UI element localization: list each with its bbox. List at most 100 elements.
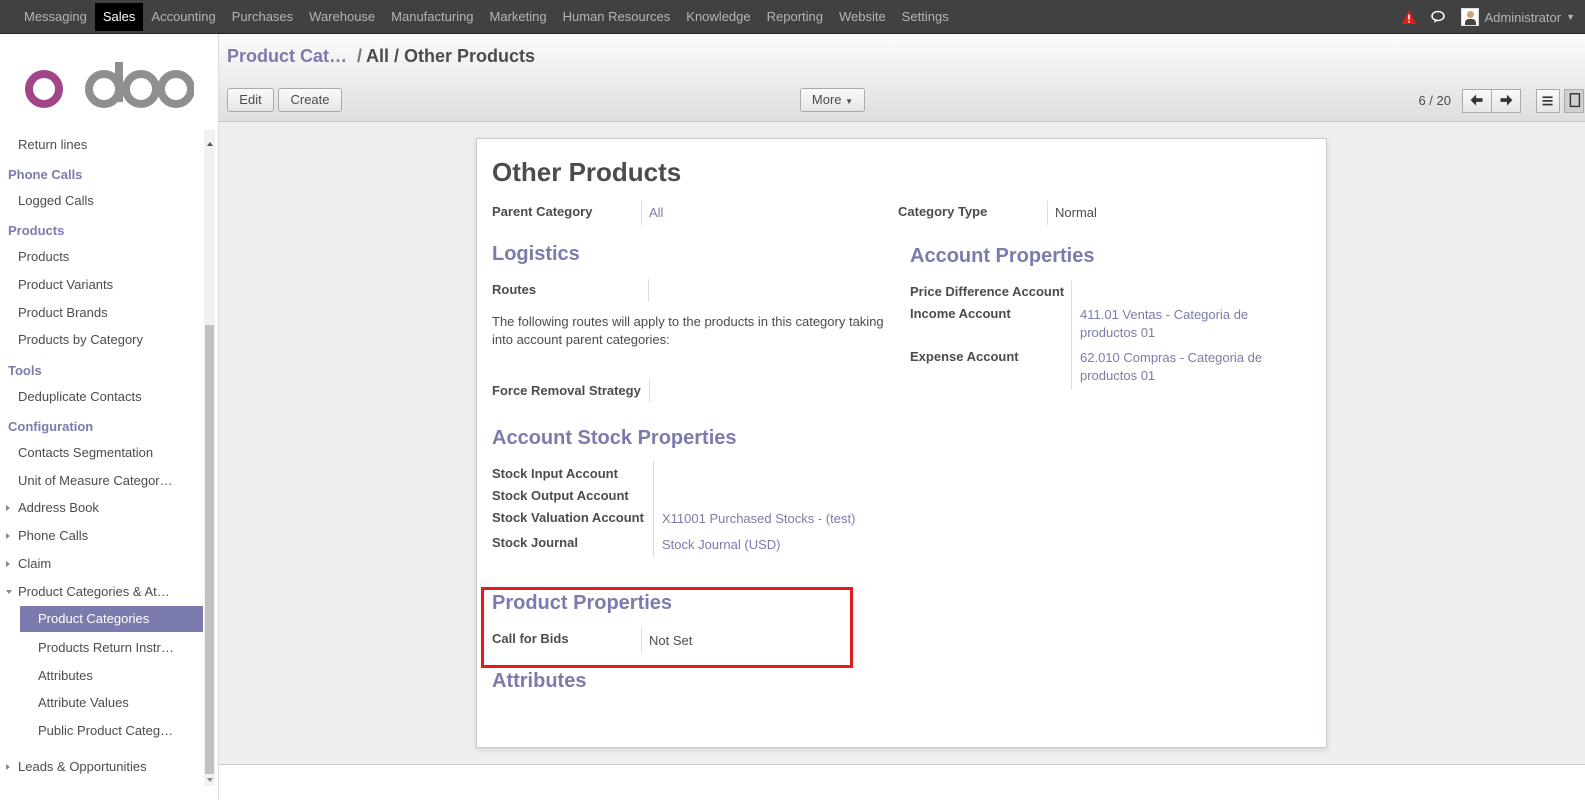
price-difference-account-label: Price Difference Account	[910, 284, 1065, 299]
sidebar: Return lines Phone Calls Logged Calls Pr…	[0, 34, 219, 800]
warning-icon[interactable]	[1401, 9, 1417, 25]
control-panel: Product Cat… / All / Other Products Edit C…	[219, 34, 1585, 122]
field-divider	[648, 279, 649, 301]
parent-category-label: Parent Category	[492, 204, 593, 219]
sidebar-item-return-lines[interactable]: Return lines	[18, 137, 87, 152]
expand-arrow-icon[interactable]	[6, 764, 10, 770]
sidebar-item-attributes[interactable]: Attributes	[38, 668, 93, 683]
sidebar-item-label: Product Categories	[38, 611, 150, 626]
menu-warehouse[interactable]: Warehouse	[301, 3, 383, 31]
field-divider	[641, 201, 642, 225]
routes-label: Routes	[492, 282, 537, 297]
sidebar-item-product-brands[interactable]: Product Brands	[18, 305, 108, 320]
menu-manufacturing[interactable]: Manufacturing	[383, 3, 481, 31]
breadcrumb-separator: /	[357, 46, 363, 66]
menu-website[interactable]: Website	[831, 3, 894, 31]
sidebar-item-attribute-values[interactable]: Attribute Values	[38, 695, 129, 710]
sidebar-section-tools: Tools	[8, 363, 42, 378]
caret-down-icon: ▼	[845, 97, 854, 106]
menu-marketing[interactable]: Marketing	[482, 3, 555, 31]
sidebar-section-configuration: Configuration	[8, 419, 94, 434]
sidebar-item-products-by-category[interactable]: Products by Category	[18, 332, 143, 347]
menu-purchases[interactable]: Purchases	[224, 3, 301, 31]
create-button[interactable]: Create	[278, 88, 342, 112]
list-icon	[1542, 96, 1553, 106]
stock-valuation-account-label: Stock Valuation Account	[492, 510, 644, 525]
chat-icon[interactable]	[1430, 9, 1447, 25]
collapse-arrow-icon[interactable]	[6, 590, 12, 594]
expand-arrow-icon[interactable]	[6, 505, 10, 511]
sidebar-item-logged-calls[interactable]: Logged Calls	[18, 193, 94, 208]
stock-journal-link[interactable]: Stock Journal (USD)	[662, 536, 780, 554]
stock-journal-label: Stock Journal	[492, 535, 578, 550]
avatar[interactable]	[1460, 8, 1479, 26]
logistics-heading: Logistics	[492, 243, 580, 265]
sidebar-item-claim[interactable]: Claim	[18, 556, 51, 571]
sidebar-scroll-thumb[interactable]	[205, 325, 214, 774]
stock-output-account-label: Stock Output Account	[492, 488, 629, 503]
sidebar-item-address-book[interactable]: Address Book	[18, 500, 99, 515]
sidebar-item-product-categories[interactable]: Product Categories	[20, 606, 203, 632]
arrow-left-icon	[1470, 94, 1483, 106]
expand-arrow-icon[interactable]	[6, 561, 10, 567]
parent-category-link[interactable]: All	[649, 204, 663, 222]
sidebar-item-products-return-instructions[interactable]: Products Return Instr…	[38, 640, 174, 655]
highlight-box	[481, 587, 853, 668]
arrow-right-icon	[1500, 94, 1513, 106]
sidebar-item-products[interactable]: Products	[18, 249, 69, 264]
sidebar-item-leads-opportunities[interactable]: Leads & Opportunities	[18, 759, 147, 774]
previous-record-button[interactable]	[1462, 89, 1492, 113]
sidebar-item-deduplicate-contacts[interactable]: Deduplicate Contacts	[18, 389, 142, 404]
next-record-button[interactable]	[1491, 89, 1521, 113]
menu-reporting[interactable]: Reporting	[759, 3, 831, 31]
scroll-down-icon[interactable]	[207, 778, 213, 782]
sidebar-item-contacts-segmentation[interactable]: Contacts Segmentation	[18, 445, 153, 460]
menu-messaging[interactable]: Messaging	[16, 3, 95, 31]
category-type-label: Category Type	[898, 204, 988, 219]
field-divider	[1071, 281, 1072, 389]
stock-input-account-label: Stock Input Account	[492, 466, 618, 481]
form-view-area: Other Products Parent Category All Categ…	[219, 122, 1585, 765]
income-account-label: Income Account	[910, 306, 1011, 321]
form-view-button[interactable]	[1564, 89, 1584, 113]
menu-human-resources[interactable]: Human Resources	[555, 3, 679, 31]
pager-value: 6 / 20	[1418, 93, 1451, 108]
field-divider	[649, 380, 650, 402]
breadcrumb-link-product-categories[interactable]: Product Cat…	[227, 46, 347, 66]
list-view-button[interactable]	[1536, 89, 1560, 113]
breadcrumb: Product Cat… / All / Other Products	[227, 46, 535, 67]
more-label: More	[811, 92, 842, 107]
sidebar-section-products: Products	[8, 223, 65, 238]
sidebar-item-uom-categories[interactable]: Unit of Measure Categor…	[18, 473, 173, 488]
sidebar-item-product-categories-attributes[interactable]: Product Categories & At…	[18, 584, 170, 599]
sidebar-item-phone-calls[interactable]: Phone Calls	[18, 528, 88, 543]
category-type-value[interactable]: Normal	[1055, 204, 1097, 222]
account-properties-heading: Account Properties	[910, 245, 1095, 267]
force-removal-strategy-label: Force Removal Strategy	[492, 383, 641, 398]
routes-help-text: The following routes will apply to the p…	[492, 314, 884, 347]
expense-account-label: Expense Account	[910, 349, 1019, 364]
menu-settings[interactable]: Settings	[894, 3, 957, 31]
breadcrumb-current: All / Other Products	[366, 46, 536, 66]
income-account-link[interactable]: 411.01 Ventas - Categoria de productos 0…	[1080, 306, 1295, 342]
field-divider	[653, 461, 654, 557]
top-navbar: Messaging Sales Accounting Purchases War…	[0, 0, 1585, 34]
menu-accounting[interactable]: Accounting	[143, 3, 223, 31]
menu-knowledge[interactable]: Knowledge	[678, 3, 758, 31]
record-title: Other Products	[492, 157, 682, 187]
menu-sales[interactable]: Sales	[94, 3, 144, 31]
expand-arrow-icon[interactable]	[6, 533, 10, 539]
more-dropdown-button[interactable]: More ▼	[800, 88, 865, 112]
top-menu: Messaging Sales Accounting Purchases War…	[16, 3, 957, 31]
edit-button[interactable]: Edit	[227, 88, 274, 112]
sidebar-section-phone-calls: Phone Calls	[8, 167, 83, 182]
sidebar-item-public-product-categories[interactable]: Public Product Categ…	[38, 723, 173, 738]
sidebar-item-product-variants[interactable]: Product Variants	[18, 277, 113, 292]
odoo-logo[interactable]	[24, 62, 194, 118]
form-icon	[1569, 93, 1581, 108]
stock-valuation-account-link[interactable]: X11001 Purchased Stocks - (test)	[662, 510, 855, 528]
top-right-area: Administrator ▼	[1401, 0, 1575, 34]
scroll-up-icon[interactable]	[207, 142, 213, 146]
expense-account-link[interactable]: 62.010 Compras - Categoria de productos …	[1080, 349, 1295, 385]
user-menu[interactable]: Administrator	[1485, 10, 1562, 25]
